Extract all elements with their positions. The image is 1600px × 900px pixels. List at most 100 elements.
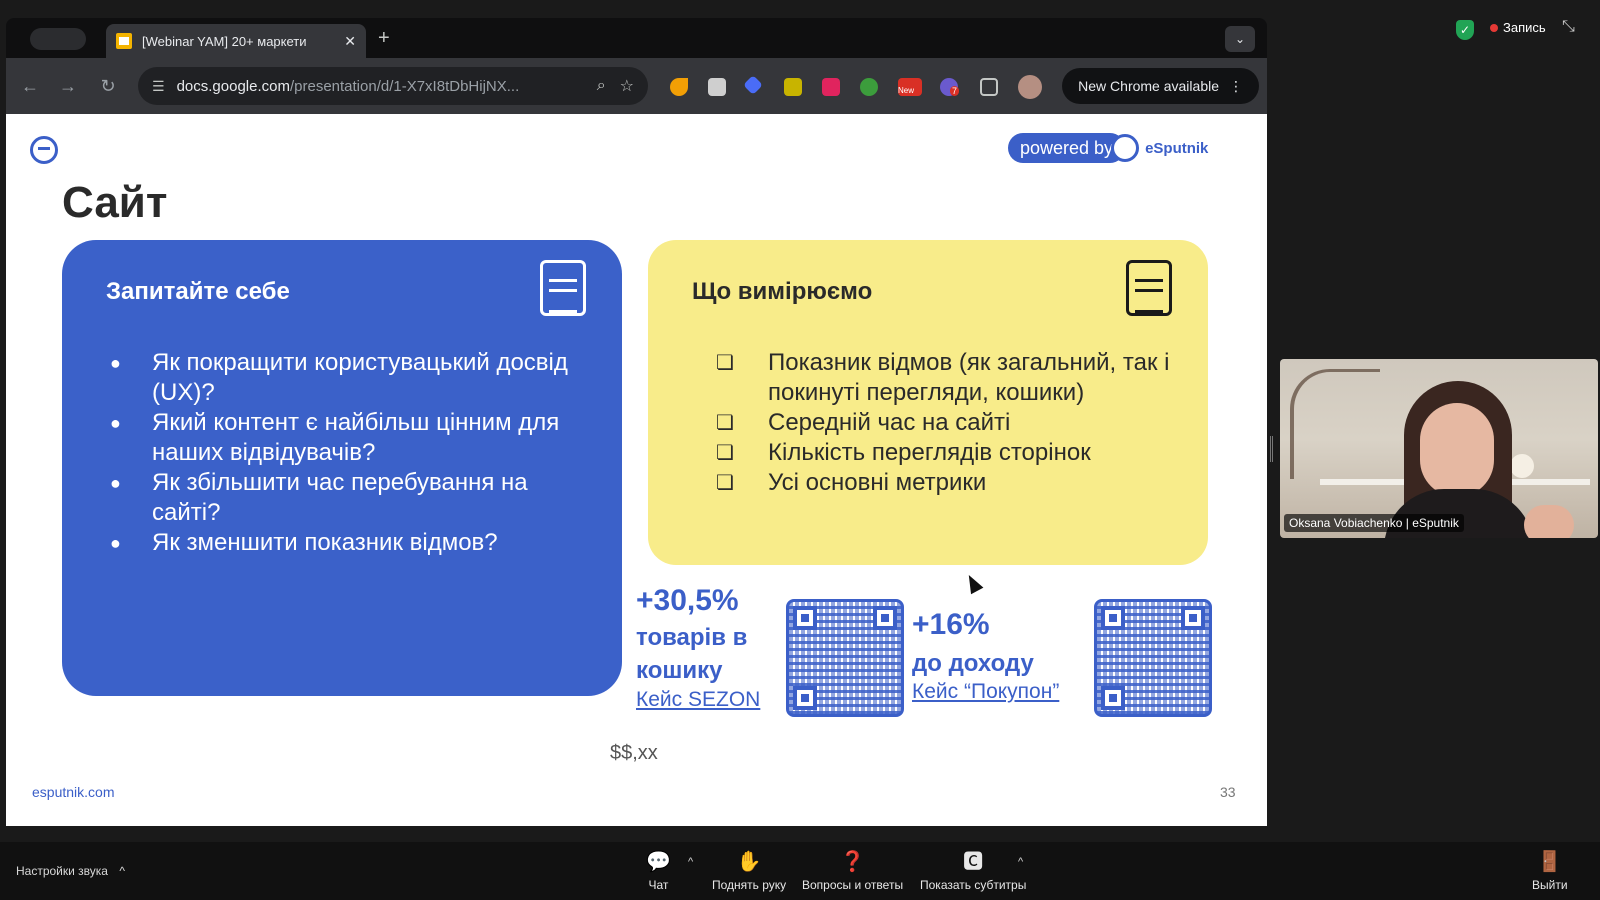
url-host: docs.google.com — [176, 77, 290, 95]
qr-finder — [1181, 606, 1205, 630]
tab-strip: [Webinar YAM] 20+ маркети ✕ + ⌄ — [6, 18, 1267, 58]
extension-icon[interactable] — [822, 78, 840, 96]
list-item: Як збільшити час перебування на сайті? — [110, 468, 590, 528]
meeting-controls-bar: Настройки звука ^ 💬 Чат ^ ✋ Поднять руку… — [0, 842, 1600, 900]
qr-finder — [1101, 606, 1125, 630]
count-badge: 7 — [950, 86, 960, 96]
questions-list: Як покращити користувацький досвід (UX)?… — [110, 348, 590, 558]
profile-avatar[interactable] — [1018, 75, 1042, 99]
what-we-measure-card: Що вимірюємо Показник відмов (як загальн… — [648, 240, 1208, 565]
list-item: Як зменшити показник відмов? — [110, 528, 590, 558]
list-item: Усі основні метрики — [716, 468, 1186, 498]
metrics-list: Показник відмов (як загальний, так і пок… — [716, 348, 1186, 498]
list-item: Показник відмов (як загальний, так і пок… — [716, 348, 1186, 408]
qr-finder — [793, 686, 817, 710]
chrome-menu-icon[interactable]: ⋮ — [1229, 78, 1243, 95]
forward-button[interactable]: → — [50, 68, 86, 104]
extension-icon[interactable] — [670, 78, 688, 96]
url-path: /presentation/d/1-X7xI8tDbHijNX... — [289, 77, 520, 95]
web-layout-icon — [540, 260, 586, 316]
address-bar[interactable]: ☰ docs.google.com /presentation/d/1-X7xI… — [138, 67, 648, 105]
participant-face — [1420, 403, 1494, 497]
record-label: Запись — [1503, 20, 1546, 35]
resize-handle[interactable] — [1270, 436, 1273, 462]
hand-icon: ✋ — [736, 851, 762, 873]
case-pokupon-link[interactable]: Кейс “Покупон” — [912, 680, 1059, 704]
reload-button[interactable]: ↻ — [90, 68, 126, 104]
recording-indicator: Запись — [1490, 20, 1546, 35]
new-badge: New — [898, 86, 915, 95]
collapse-icon[interactable]: ⤡ — [1562, 18, 1575, 36]
raise-hand-button[interactable]: ✋ Поднять руку — [712, 850, 786, 892]
card-heading: Що вимірюємо — [692, 278, 873, 305]
exit-door-icon: 🚪 — [1537, 851, 1563, 873]
extension-new-icon[interactable]: New — [898, 78, 922, 96]
list-item: Кількість переглядів сторінок — [716, 438, 1186, 468]
zoom-icon[interactable]: ⌕ — [597, 77, 606, 95]
site-info-icon[interactable]: ☰ — [152, 78, 165, 95]
price-placeholder: $$,xx — [610, 742, 658, 764]
esputnik-logo-icon — [30, 136, 58, 164]
powered-by-label: powered by — [1008, 133, 1126, 163]
security-shield-icon[interactable]: ✓ — [1456, 20, 1474, 40]
chat-button[interactable]: 💬 Чат — [646, 850, 671, 892]
tab-title: [Webinar YAM] 20+ маркети — [142, 33, 307, 49]
new-chrome-available-button[interactable]: New Chrome available ⋮ — [1062, 68, 1259, 104]
audio-settings-button[interactable]: Настройки звука ^ — [16, 864, 125, 878]
checklist-clipboard-icon — [1126, 260, 1172, 316]
tab-search-button[interactable]: ⌄ — [1225, 26, 1255, 52]
qa-label: Вопросы и ответы — [802, 878, 904, 892]
subtitles-button[interactable]: 🅲 Показать субтитры — [920, 850, 1026, 892]
list-item: Який контент є найбільш цінним для наших… — [110, 408, 590, 468]
footer-website: esputnik.com — [32, 784, 115, 800]
subtitles-label: Показать субтитры — [920, 878, 1027, 892]
tab-close-icon[interactable]: ✕ — [344, 33, 356, 50]
raise-hand-label: Поднять руку — [712, 878, 787, 892]
case-sezon-link[interactable]: Кейс SEZON — [636, 688, 760, 712]
extension-icon[interactable] — [708, 78, 726, 96]
chat-label: Чат — [648, 878, 669, 892]
qr-finder — [873, 606, 897, 630]
subtitles-options-chevron-icon[interactable]: ^ — [1018, 856, 1023, 868]
tab-active[interactable]: [Webinar YAM] 20+ маркети ✕ — [106, 24, 366, 58]
new-chrome-label: New Chrome available — [1078, 78, 1219, 94]
list-item: Середній час на сайті — [716, 408, 1186, 438]
participant-video-tile[interactable]: Oksana Vobiachenko | eSputnik — [1280, 359, 1598, 538]
list-item: Як покращити користувацький досвід (UX)? — [110, 348, 590, 408]
esputnik-e-icon — [1111, 134, 1140, 162]
leave-button[interactable]: 🚪 Выйти — [1532, 850, 1568, 892]
stat-cart-line2: кошику — [636, 657, 723, 684]
wall-branch-decor — [1290, 369, 1380, 479]
lamp — [1510, 454, 1534, 478]
participant-name-tag: Oksana Vobiachenko | eSputnik — [1284, 514, 1464, 532]
chat-bubble-icon: 💬 — [646, 851, 671, 873]
stat-income-value: +16% — [912, 608, 990, 641]
bookmark-star-icon[interactable]: ☆ — [620, 76, 634, 96]
qa-button[interactable]: ❓ Вопросы и ответы — [802, 850, 903, 892]
extensions-puzzle-icon[interactable] — [980, 78, 998, 96]
extension-icon[interactable] — [784, 78, 802, 96]
stat-cart-line1: товарів в — [636, 624, 748, 651]
new-tab-button[interactable]: + — [378, 28, 390, 48]
extension-icon[interactable] — [860, 78, 878, 96]
browser-toolbar: ← → ↻ ☰ docs.google.com /presentation/d/… — [6, 58, 1267, 114]
brand-name: eSputnik — [1145, 139, 1209, 157]
ask-yourself-card: Запитайте себе Як покращити користувацьк… — [62, 240, 622, 696]
back-button[interactable]: ← — [12, 68, 48, 104]
chat-options-chevron-icon[interactable]: ^ — [688, 856, 693, 868]
tab-group-pill[interactable] — [30, 28, 86, 50]
participant-hand — [1524, 505, 1574, 538]
mouse-cursor-icon — [962, 571, 984, 595]
stat-income-line1: до доходу — [912, 650, 1034, 677]
extension-icon[interactable] — [743, 75, 763, 95]
qr-code-pokupon — [1094, 599, 1212, 717]
question-icon: ❓ — [840, 851, 865, 873]
extension-icon[interactable]: 7 — [940, 78, 960, 96]
presentation-slide: powered by eSputnik Сайт Запитайте себе … — [6, 114, 1267, 826]
cc-icon: 🅲 — [963, 851, 984, 873]
record-dot-icon — [1490, 23, 1498, 32]
slides-favicon-icon — [116, 33, 132, 49]
card-heading: Запитайте себе — [106, 278, 290, 305]
audio-settings-label: Настройки звука — [16, 864, 108, 878]
page-number: 33 — [1220, 784, 1236, 800]
